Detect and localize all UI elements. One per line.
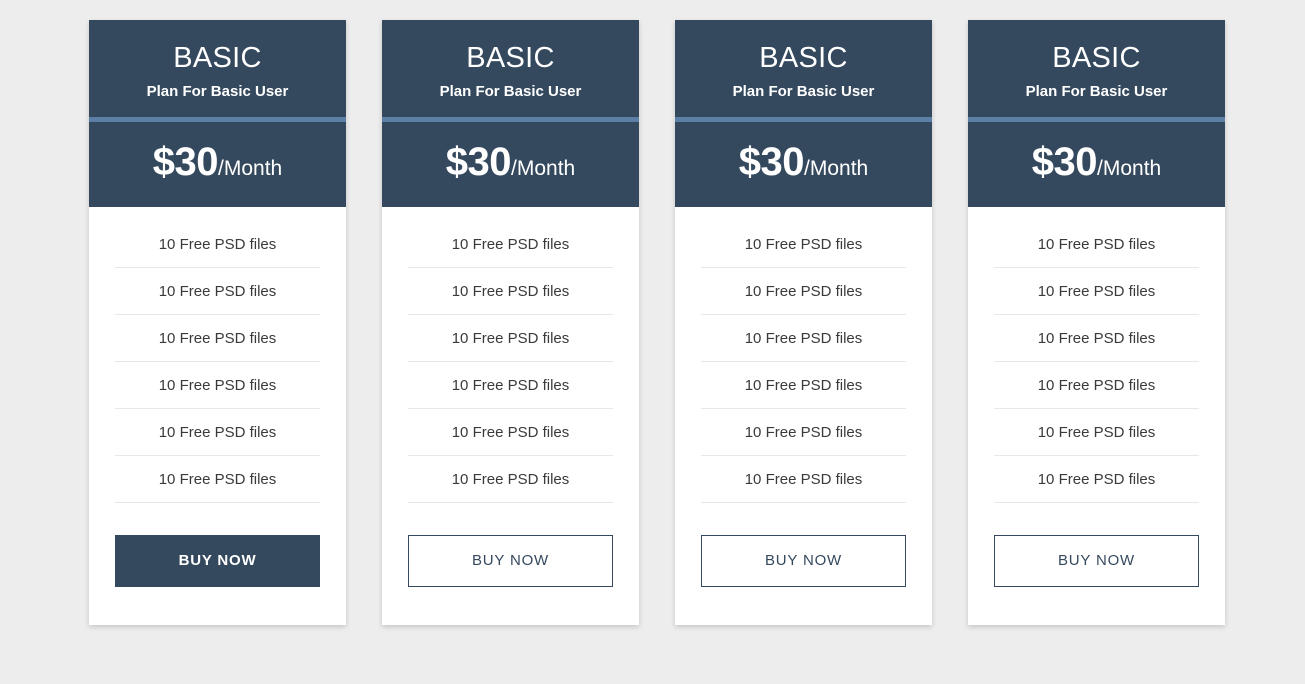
plan-tagline: Plan For Basic User [1025,83,1168,100]
plan-name: BASIC [466,42,555,74]
feature-item: 10 Free PSD files [994,409,1199,456]
pricing-cards-row: BASIC Plan For Basic User $30/Month 10 Free… [89,20,1225,625]
feature-item: 10 Free PSD files [115,362,320,409]
feature-item: 10 Free PSD files [408,456,613,503]
price-amount: $30 [1031,140,1098,184]
price-amount: $30 [152,140,219,184]
card-price: $30/Month [675,122,932,207]
feature-item: 10 Free PSD files [115,456,320,503]
card-body: 10 Free PSD files 10 Free PSD files 10 Fre… [675,207,932,503]
feature-item: 10 Free PSD files [701,221,906,268]
feature-item: 10 Free PSD files [408,409,613,456]
buy-now-button[interactable]: BUY NOW [408,535,613,587]
feature-item: 10 Free PSD files [701,362,906,409]
card-price: $30/Month [968,122,1225,207]
card-header: BASIC Plan For Basic User [382,20,639,117]
plan-tagline: Plan For Basic User [732,83,875,100]
price-period: /Month [218,157,283,180]
feature-item: 10 Free PSD files [701,456,906,503]
feature-item: 10 Free PSD files [115,268,320,315]
feature-item: 10 Free PSD files [115,315,320,362]
feature-item: 10 Free PSD files [994,315,1199,362]
feature-list: 10 Free PSD files 10 Free PSD files 10 Fre… [408,221,613,503]
buy-now-button[interactable]: BUY NOW [115,535,320,587]
plan-name: BASIC [759,42,848,74]
plan-name: BASIC [1052,42,1141,74]
feature-item: 10 Free PSD files [994,362,1199,409]
card-body: 10 Free PSD files 10 Free PSD files 10 Fre… [89,207,346,503]
card-price: $30/Month [382,122,639,207]
pricing-table: BASIC Plan For Basic User $30/Month 10 Free… [0,0,1305,684]
feature-item: 10 Free PSD files [408,221,613,268]
feature-item: 10 Free PSD files [701,409,906,456]
feature-item: 10 Free PSD files [994,221,1199,268]
feature-item: 10 Free PSD files [408,268,613,315]
price-period: /Month [1097,157,1162,180]
buy-now-button[interactable]: BUY NOW [994,535,1199,587]
card-action: BUY NOW [968,503,1225,625]
feature-item: 10 Free PSD files [115,409,320,456]
feature-item: 10 Free PSD files [701,315,906,362]
plan-name: BASIC [173,42,262,74]
pricing-card: BASIC Plan For Basic User $30/Month 10 Free… [89,20,346,625]
pricing-card: BASIC Plan For Basic User $30/Month 10 Free… [968,20,1225,625]
card-price: $30/Month [89,122,346,207]
pricing-card: BASIC Plan For Basic User $30/Month 10 Free… [675,20,932,625]
plan-tagline: Plan For Basic User [146,83,289,100]
feature-item: 10 Free PSD files [701,268,906,315]
card-action: BUY NOW [382,503,639,625]
price-period: /Month [804,157,869,180]
feature-list: 10 Free PSD files 10 Free PSD files 10 Fre… [701,221,906,503]
card-body: 10 Free PSD files 10 Free PSD files 10 Fre… [382,207,639,503]
plan-tagline: Plan For Basic User [439,83,582,100]
card-body: 10 Free PSD files 10 Free PSD files 10 Fre… [968,207,1225,503]
feature-item: 10 Free PSD files [115,221,320,268]
price-amount: $30 [445,140,512,184]
price-period: /Month [511,157,576,180]
feature-item: 10 Free PSD files [408,362,613,409]
feature-item: 10 Free PSD files [994,268,1199,315]
feature-item: 10 Free PSD files [408,315,613,362]
card-action: BUY NOW [675,503,932,625]
card-header: BASIC Plan For Basic User [675,20,932,117]
card-header: BASIC Plan For Basic User [89,20,346,117]
price-amount: $30 [738,140,805,184]
pricing-card: BASIC Plan For Basic User $30/Month 10 Free… [382,20,639,625]
feature-item: 10 Free PSD files [994,456,1199,503]
buy-now-button[interactable]: BUY NOW [701,535,906,587]
feature-list: 10 Free PSD files 10 Free PSD files 10 Fre… [994,221,1199,503]
card-header: BASIC Plan For Basic User [968,20,1225,117]
card-action: BUY NOW [89,503,346,625]
feature-list: 10 Free PSD files 10 Free PSD files 10 Fre… [115,221,320,503]
